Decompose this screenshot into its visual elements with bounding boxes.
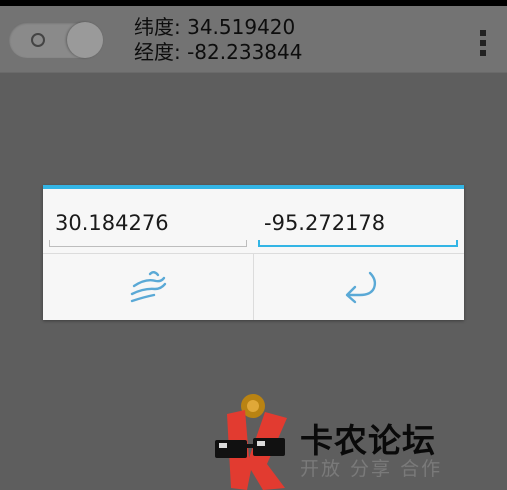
latitude-field bbox=[49, 203, 247, 251]
current-coordinates: 纬度: 34.519420 经度: -82.233844 bbox=[134, 15, 302, 65]
overflow-menu-icon[interactable] bbox=[478, 30, 488, 60]
current-latitude: 纬度: 34.519420 bbox=[134, 15, 296, 39]
forum-watermark: 卡农论坛 开放 分享 合作 bbox=[205, 388, 507, 490]
mock-location-toggle[interactable] bbox=[9, 22, 103, 58]
current-longitude: 经度: -82.233844 bbox=[134, 40, 303, 64]
toggle-off-indicator-icon bbox=[31, 33, 45, 47]
back-button[interactable] bbox=[254, 254, 464, 320]
forum-slogan: 开放 分享 合作 bbox=[300, 458, 443, 480]
teleport-button[interactable] bbox=[43, 254, 253, 320]
teleport-swoosh-icon bbox=[130, 271, 167, 303]
app-header: 纬度: 34.519420 经度: -82.233844 bbox=[0, 6, 507, 73]
latitude-input[interactable] bbox=[49, 203, 247, 243]
toggle-knob bbox=[67, 22, 103, 58]
longitude-input[interactable] bbox=[258, 203, 458, 243]
forum-logo-icon bbox=[215, 394, 287, 490]
coordinate-dialog bbox=[43, 185, 464, 320]
longitude-field bbox=[258, 203, 458, 251]
return-arrow-icon bbox=[345, 271, 377, 304]
